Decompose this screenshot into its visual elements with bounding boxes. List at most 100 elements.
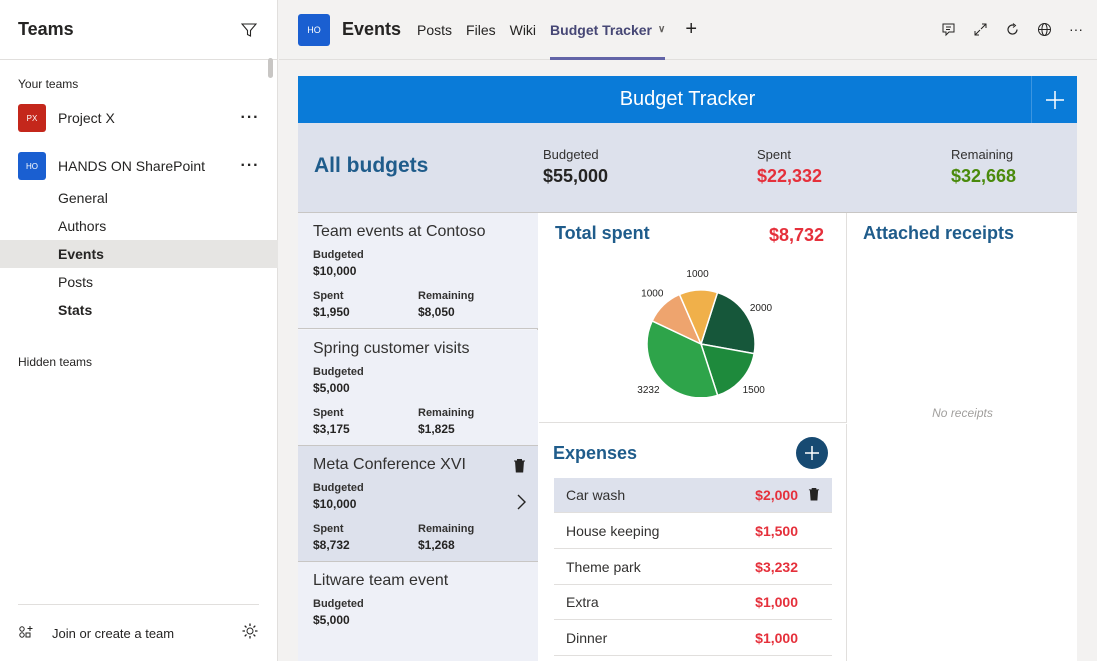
app-header: Budget Tracker — [298, 76, 1077, 123]
more-options-icon[interactable]: ··· — [234, 157, 266, 175]
add-budget-button[interactable] — [1031, 76, 1077, 123]
summary-budgeted: Budgeted $55,000 — [543, 147, 608, 187]
sidebar-scrollbar[interactable] — [268, 58, 273, 78]
summary-remaining: Remaining $32,668 — [951, 147, 1016, 187]
expense-name: Car wash — [566, 487, 626, 503]
expense-name: Extra — [566, 594, 599, 610]
channel-stats[interactable]: Stats — [0, 296, 278, 324]
budgeted-value: $5,000 — [313, 613, 350, 627]
teams-sidebar: Teams Your teams PX Project X ··· HO HAN… — [0, 0, 278, 661]
all-budgets-title: All budgets — [314, 154, 429, 177]
team-project-x[interactable]: PX Project X ··· — [0, 98, 278, 138]
settings-gear-icon[interactable] — [241, 622, 259, 645]
website-globe-icon[interactable] — [1035, 18, 1053, 40]
join-create-team-button[interactable]: Join or create a team — [18, 625, 174, 642]
expand-icon[interactable] — [971, 18, 989, 40]
summary-spent: Spent $22,332 — [757, 147, 822, 187]
pie-slice-label: 1000 — [641, 289, 664, 300]
spent-value: $8,732 — [313, 538, 350, 552]
delete-trash-icon[interactable] — [808, 487, 820, 504]
expense-amount: $1,000 — [755, 630, 798, 646]
add-expense-button[interactable] — [796, 437, 828, 469]
budgeted-value: $10,000 — [313, 264, 357, 278]
tab-files[interactable]: Files — [466, 0, 496, 60]
total-spent-title: Total spent — [555, 223, 650, 243]
expense-name: House keeping — [566, 523, 660, 539]
hidden-teams-label[interactable]: Hidden teams — [0, 355, 110, 369]
sidebar-title: Teams — [18, 19, 74, 39]
pie-slice-label: 1500 — [743, 385, 766, 396]
summary-budgeted-value: $55,000 — [543, 166, 609, 186]
total-spent-panel: Total spent $8,732 2000 1500 3232 1000 1000 — [539, 213, 847, 423]
summary-spent-value: $22,332 — [757, 166, 823, 186]
team-avatar: PX — [18, 104, 46, 132]
expense-amount: $3,232 — [755, 559, 798, 575]
expense-row[interactable]: Theme park $3,232 — [554, 550, 832, 585]
chevron-down-icon[interactable]: ∨ — [658, 24, 665, 35]
delete-trash-icon[interactable] — [513, 458, 526, 476]
expense-row[interactable]: Dinner $1,000 — [554, 621, 832, 656]
remaining-value: $1,268 — [418, 538, 455, 552]
filter-icon[interactable] — [239, 20, 259, 40]
summary-remaining-label: Remaining — [951, 147, 1014, 162]
spent-label: Spent — [313, 407, 344, 419]
expense-amount: $1,000 — [755, 594, 798, 610]
remaining-value: $1,825 — [418, 422, 455, 436]
channel-events[interactable]: Events — [0, 240, 278, 268]
budget-card[interactable]: Litware team event Budgeted $5,000 — [298, 562, 538, 661]
tab-wiki[interactable]: Wiki — [510, 0, 536, 60]
summary-remaining-value: $32,668 — [951, 166, 1017, 186]
budgeted-label: Budgeted — [313, 366, 364, 378]
channel-header: HO Events Posts Files Wiki Budget Tracke… — [279, 0, 1097, 60]
budgeted-label: Budgeted — [313, 598, 364, 610]
expense-row[interactable]: Car wash $2,000 — [554, 478, 832, 513]
pie-chart-svg: 2000 1500 3232 1000 1000 — [637, 269, 773, 399]
budget-list: Team events at Contoso Budgeted $10,000 … — [298, 213, 538, 661]
more-options-icon[interactable]: ··· — [234, 109, 266, 127]
expense-row[interactable]: Extra $1,000 — [554, 585, 832, 620]
remaining-value: $8,050 — [418, 305, 455, 319]
expenses-panel: Expenses Car wash $2,000 House keeping $… — [539, 424, 847, 661]
pie-slice-label: 3232 — [637, 385, 660, 396]
chevron-right-icon[interactable] — [516, 494, 526, 515]
budget-tracker-app: Budget Tracker All budgets Budgeted $55,… — [298, 76, 1077, 661]
plus-icon — [805, 446, 819, 460]
channel-authors[interactable]: Authors — [0, 212, 278, 240]
header-actions: ··· — [939, 18, 1085, 40]
team-hands-on-sharepoint[interactable]: HO HANDS ON SharePoint ··· — [0, 146, 278, 186]
expense-row[interactable]: House keeping $1,500 — [554, 514, 832, 549]
spent-pie-chart: 2000 1500 3232 1000 1000 — [609, 257, 789, 399]
sidebar-footer: Join or create a team — [18, 604, 259, 661]
spent-value: $1,950 — [313, 305, 350, 319]
remaining-label: Remaining — [418, 407, 475, 419]
pie-slice-label: 1000 — [686, 269, 709, 280]
app-title: Budget Tracker — [619, 88, 756, 110]
reload-icon[interactable] — [1003, 18, 1021, 40]
channel-general[interactable]: General — [0, 184, 278, 212]
budgets-summary: All budgets Budgeted $55,000 Spent $22,3… — [298, 123, 1077, 213]
budgeted-label: Budgeted — [313, 249, 364, 261]
attached-receipts-panel: Attached receipts No receipts — [848, 213, 1077, 661]
receipts-title: Attached receipts — [863, 223, 1015, 243]
pie-slice-label: 2000 — [750, 303, 773, 314]
tab-budget-tracker-label: Budget Tracker — [550, 21, 652, 38]
budget-card[interactable]: Team events at Contoso Budgeted $10,000 … — [298, 213, 538, 329]
team-avatar: HO — [18, 152, 46, 180]
expenses-title: Expenses — [553, 443, 638, 463]
budget-card-selected[interactable]: Meta Conference XVI Budgeted $10,000 Spe… — [298, 446, 538, 562]
channel-title: Events — [342, 19, 402, 39]
your-teams-label: Your teams — [18, 77, 79, 91]
add-tab-icon[interactable]: + — [685, 18, 697, 41]
channel-posts[interactable]: Posts — [0, 268, 278, 296]
spent-label: Spent — [313, 290, 344, 302]
expense-name: Theme park — [566, 559, 641, 575]
tab-posts[interactable]: Posts — [417, 0, 452, 60]
budget-title: Spring customer visits — [313, 340, 470, 357]
budget-card[interactable]: Spring customer visits Budgeted $5,000 S… — [298, 330, 538, 446]
expense-name: Dinner — [566, 630, 608, 646]
budget-title: Meta Conference XVI — [313, 456, 466, 473]
tab-budget-tracker[interactable]: Budget Tracker ∨ — [550, 0, 666, 60]
more-options-icon[interactable]: ··· — [1067, 18, 1085, 40]
plus-icon — [1045, 90, 1064, 109]
conversation-icon[interactable] — [939, 18, 957, 40]
